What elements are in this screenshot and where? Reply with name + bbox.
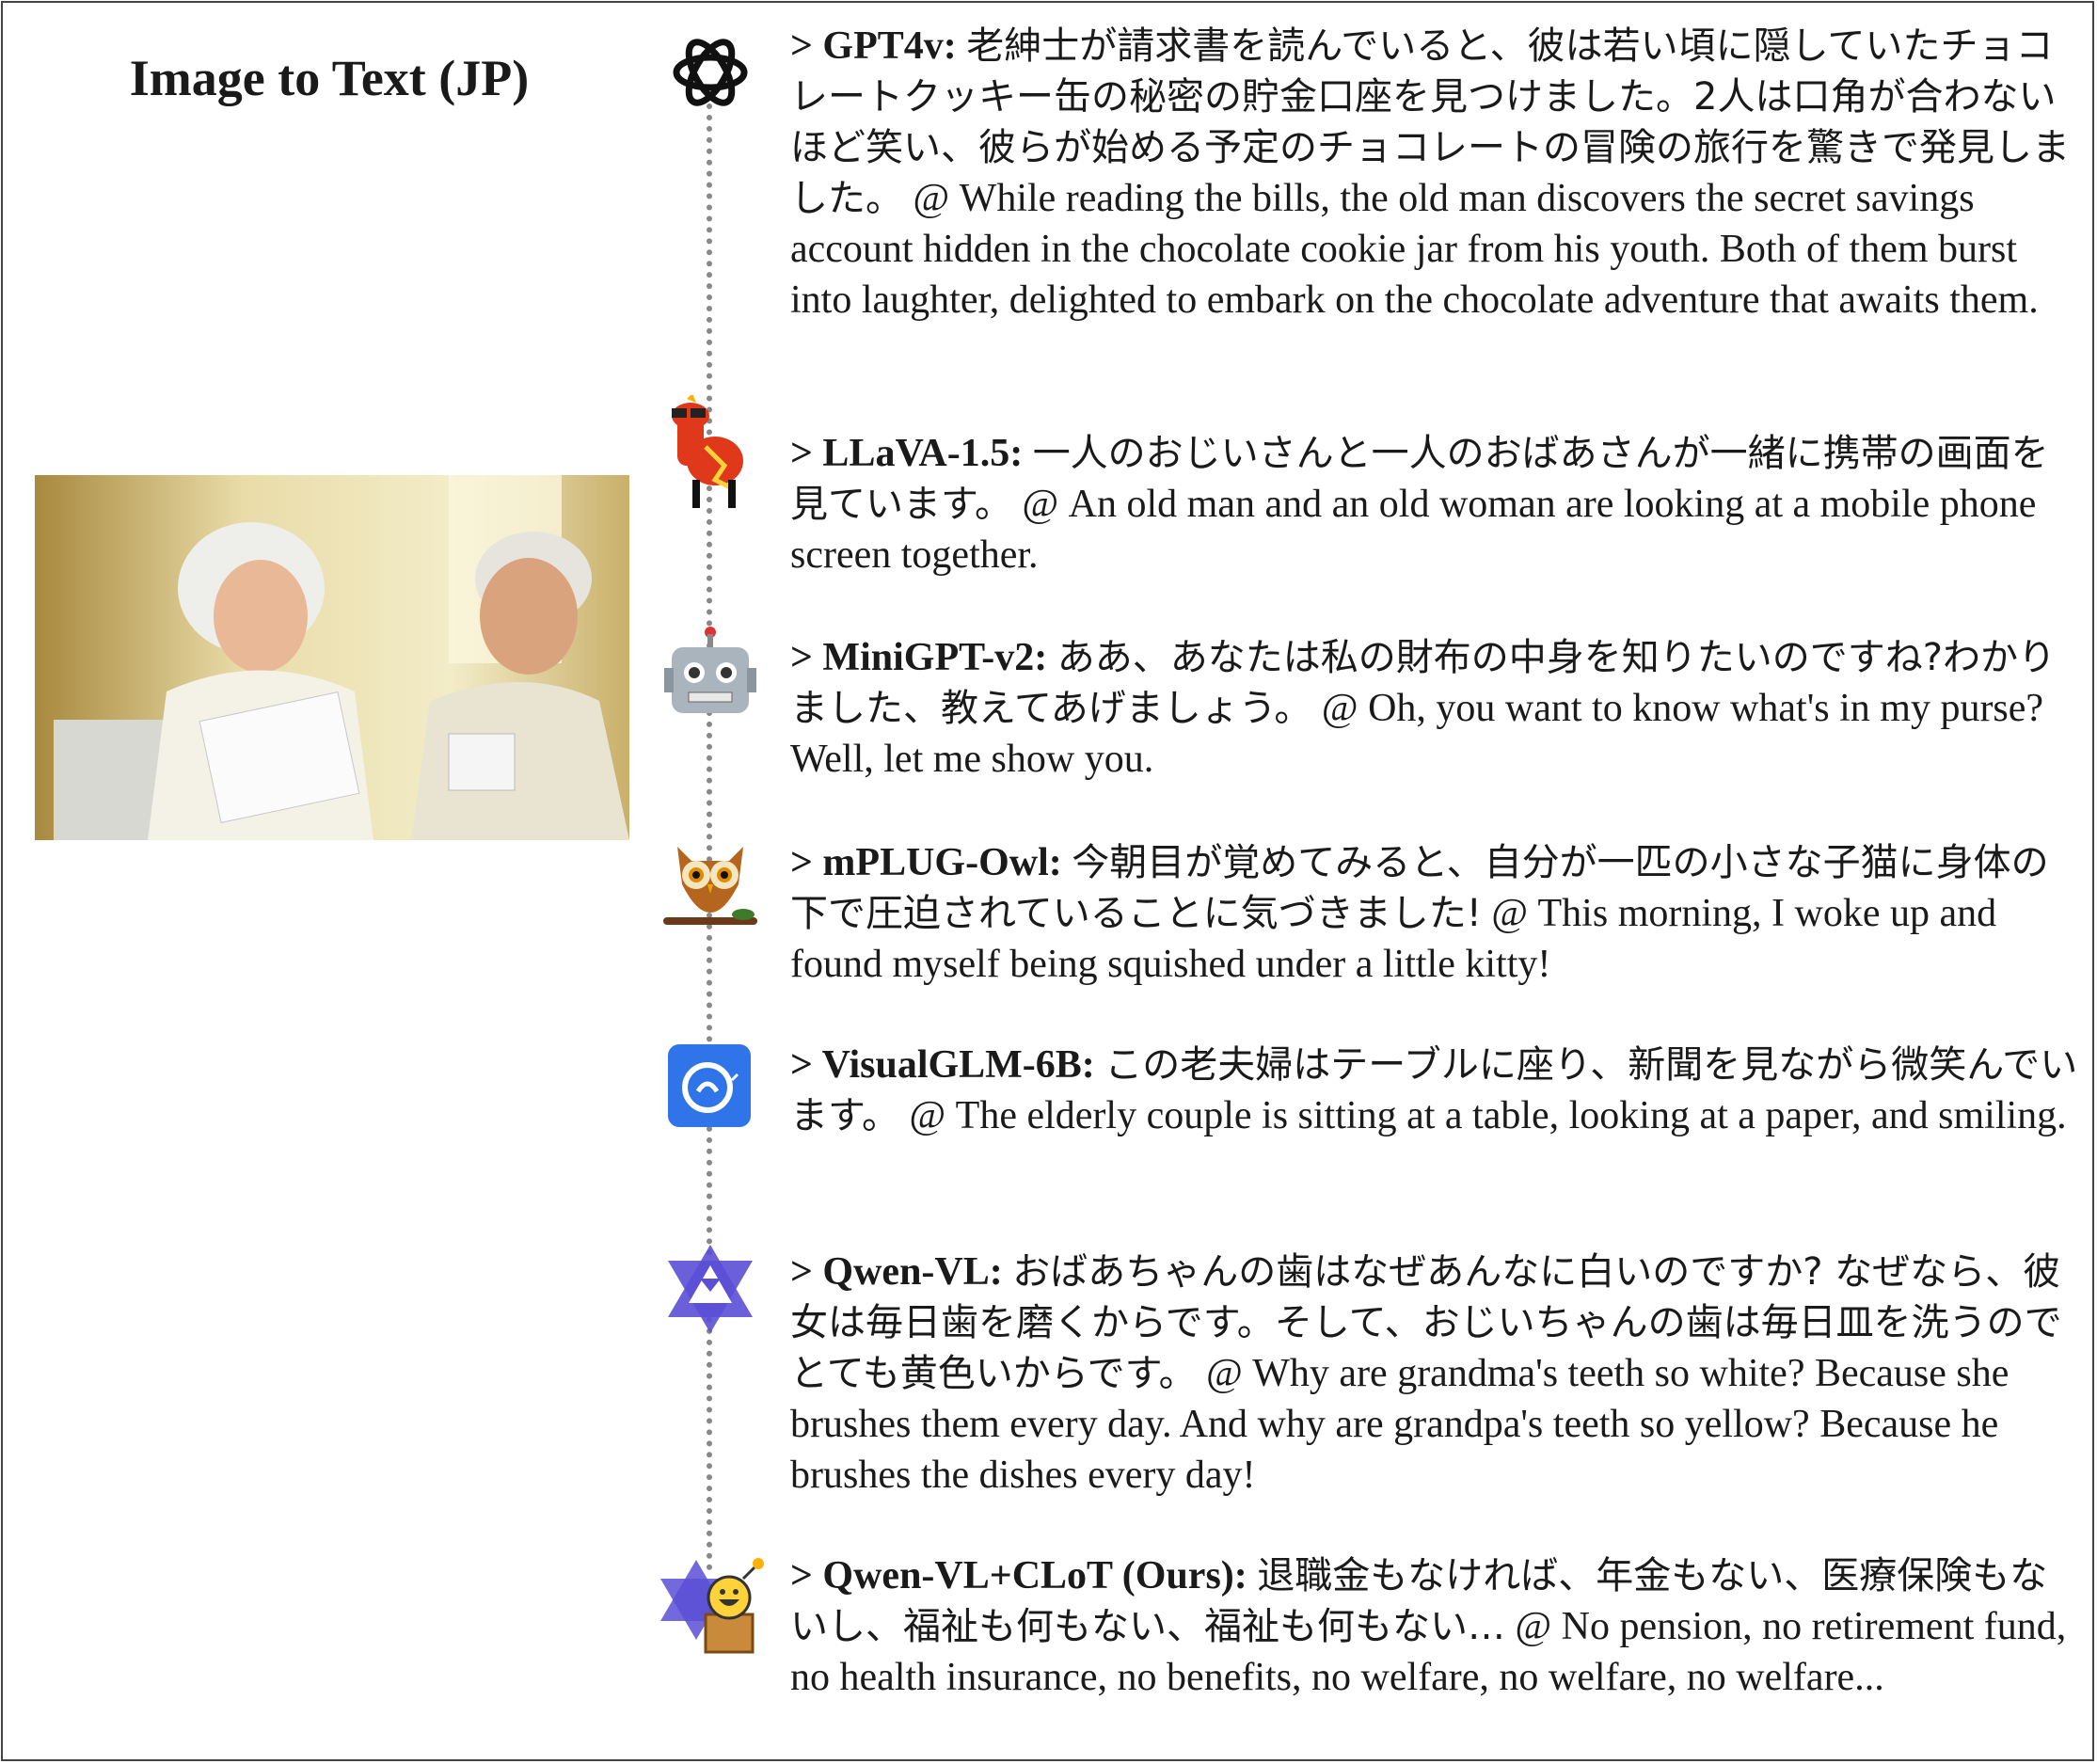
- clot-icon: [659, 1550, 764, 1654]
- robot-icon: [659, 621, 762, 724]
- entry-qwen-vl-clot: > Qwen-VL+CLoT (Ours): 退職金もなければ、年金もない、医療…: [790, 1550, 2084, 1703]
- model-name: > Qwen-VL+CLoT (Ours):: [790, 1554, 1247, 1597]
- entry-mplug-owl: > mPLUG-Owl: 今朝目が覚めてみると、自分が一匹の小さな子猫に身体の下…: [790, 837, 2084, 990]
- model-name: > GPT4v:: [790, 24, 957, 68]
- entry-qwen-vl: > Qwen-VL: おばあちゃんの歯はなぜあんなに白いのですか? なぜなら、彼…: [790, 1247, 2084, 1501]
- openai-icon: [659, 21, 762, 124]
- model-name: > Qwen-VL:: [790, 1250, 1003, 1294]
- model-name: > VisualGLM-6B:: [790, 1043, 1095, 1087]
- qwen-icon: [659, 1237, 762, 1341]
- entry-visualglm: > VisualGLM-6B: この老夫婦はテーブルに座り、新聞を見ながら微笑ん…: [790, 1040, 2084, 1141]
- visualglm-icon: [659, 1035, 762, 1138]
- english-translation: @ The elderly couple is sitting at a tab…: [909, 1094, 2067, 1137]
- figure-title: Image to Text (JP): [129, 50, 530, 106]
- model-name: > mPLUG-Owl:: [790, 841, 1062, 884]
- model-name: > LLaVA-1.5:: [790, 432, 1024, 475]
- owl-icon: [659, 828, 762, 931]
- llama-icon: [659, 393, 762, 508]
- model-name: > MiniGPT-v2:: [790, 636, 1048, 679]
- entry-minigpt: > MiniGPT-v2: ああ、あなたは私の財布の中身を知りたいのですね?わか…: [790, 632, 2084, 785]
- entry-llava: > LLaVA-1.5: 一人のおじいさんと一人のおばあさんが一緒に携帯の画面を…: [790, 428, 2084, 580]
- english-translation: @ While reading the bills, the old man d…: [790, 177, 2039, 322]
- elderly-couple-photo: [35, 475, 629, 840]
- entry-gpt4v: > GPT4v: 老紳士が請求書を読んでいると、彼は若い頃に隠していたチョコレー…: [790, 21, 2084, 326]
